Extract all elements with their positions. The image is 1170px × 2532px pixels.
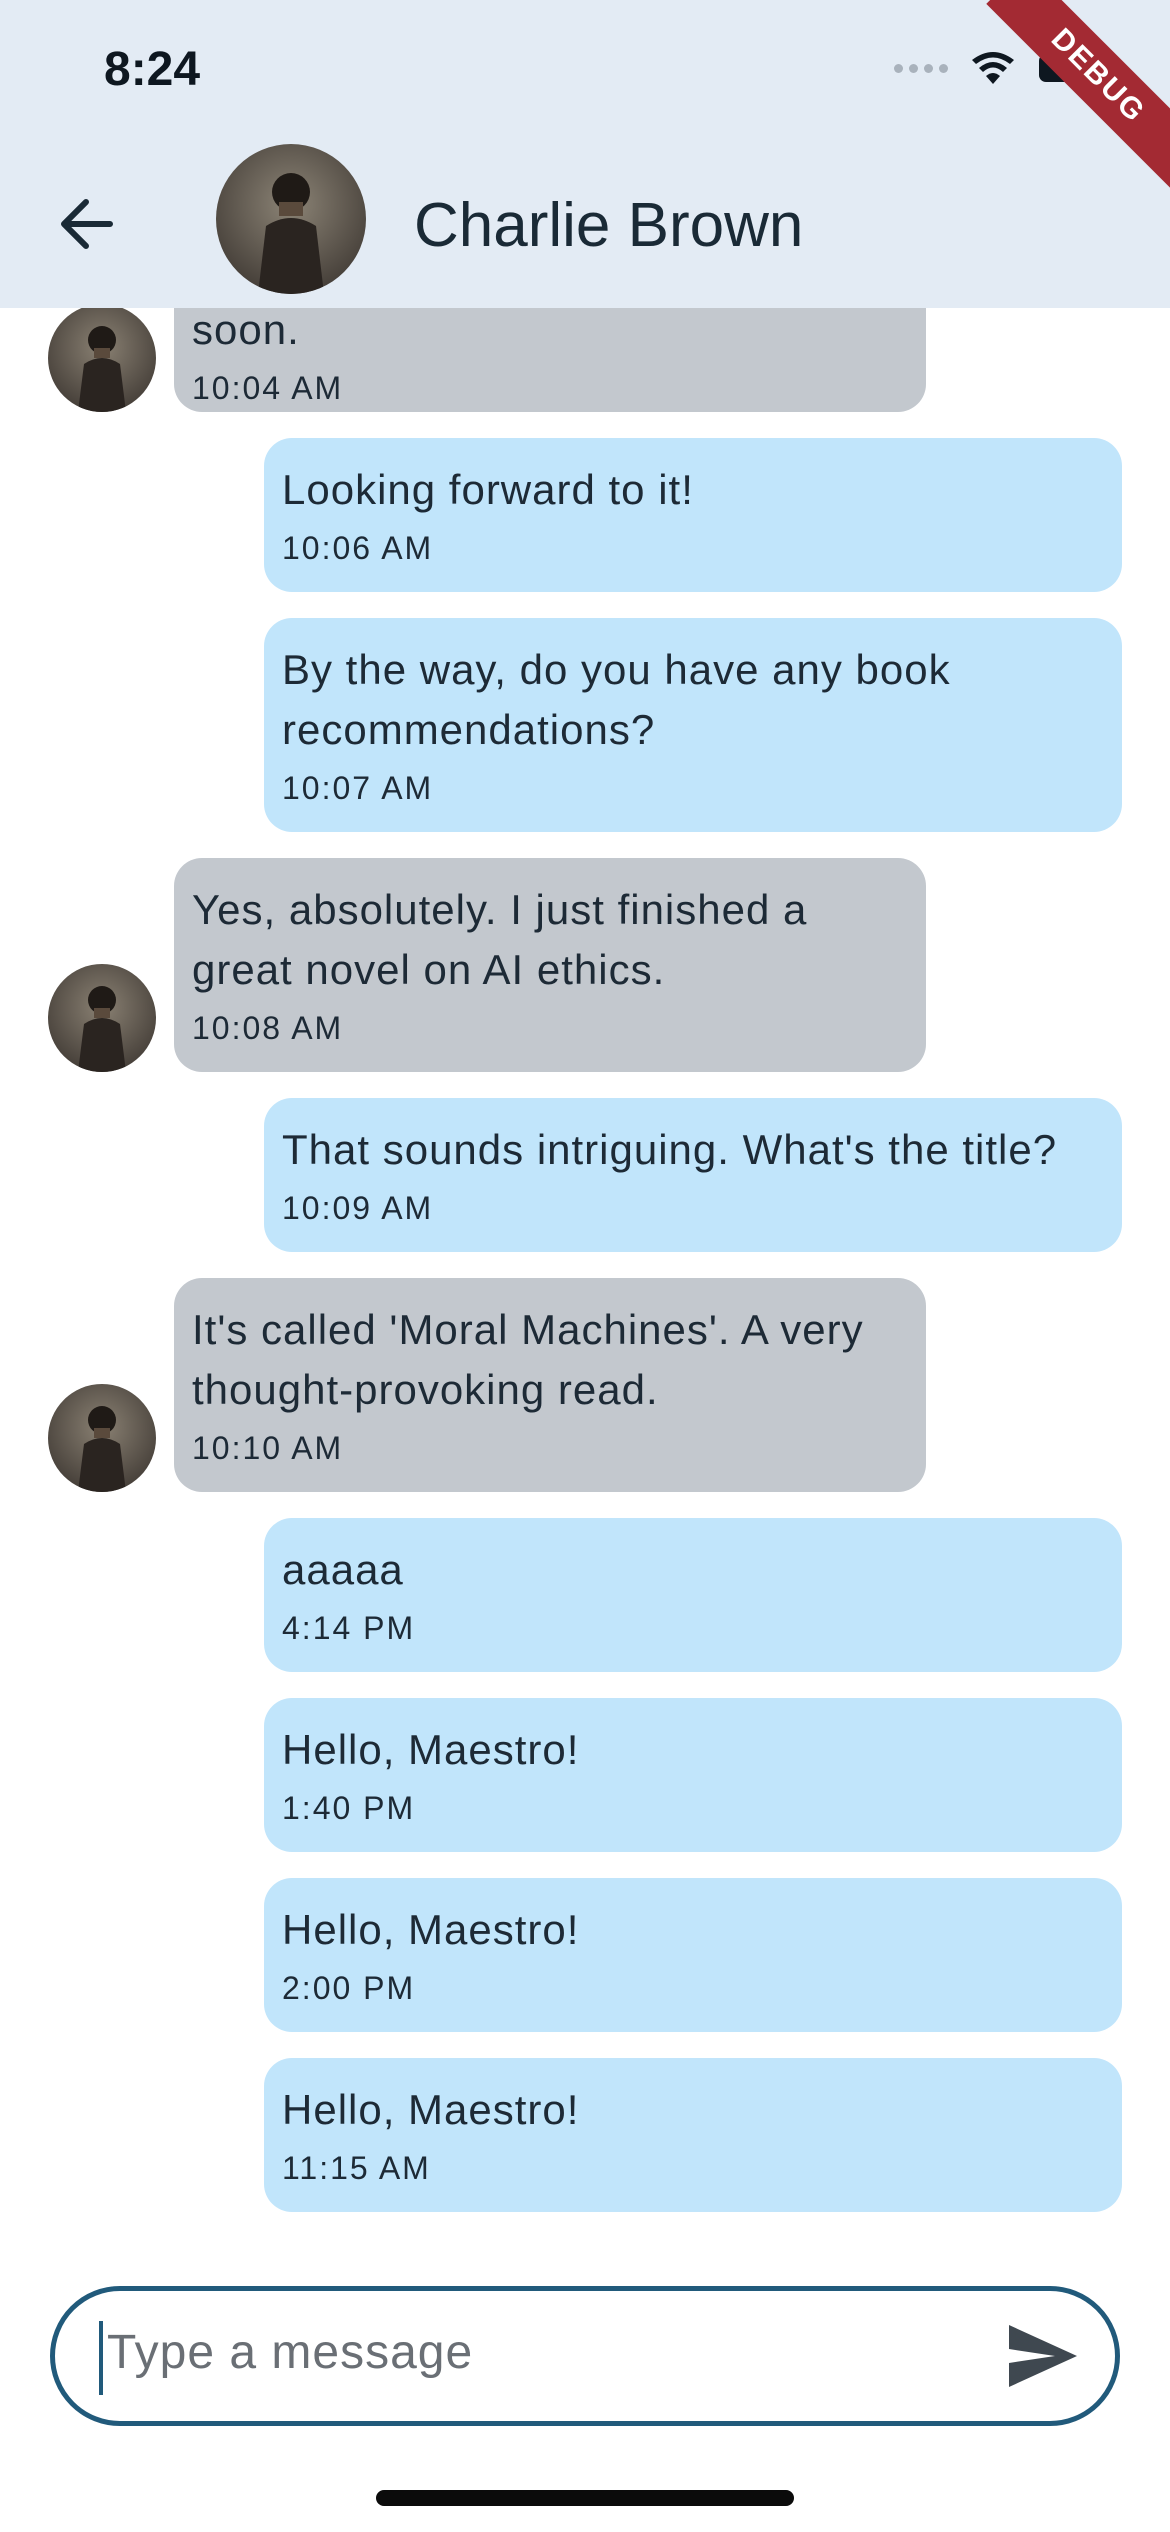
message-time: 10:06 AM bbox=[282, 530, 434, 566]
message-bubble-outgoing[interactable]: By the way, do you have any book recomme… bbox=[264, 618, 1122, 832]
message-bubble-outgoing[interactable]: Hello, Maestro! 1:40 PM bbox=[264, 1698, 1122, 1852]
message-bubble-outgoing[interactable]: Looking forward to it! 10:06 AM bbox=[264, 438, 1122, 592]
message-bubble-outgoing[interactable]: Hello, Maestro! 11:15 AM bbox=[264, 2058, 1122, 2212]
wifi-icon bbox=[972, 52, 1014, 84]
message-bubble-incoming[interactable]: It's called 'Moral Machines'. A very tho… bbox=[174, 1278, 926, 1492]
app-bar: 8:24 Charlie Brown bbox=[0, 0, 1170, 308]
message-text: Hello, Maestro! bbox=[282, 1906, 580, 1953]
photo-avatar-icon bbox=[48, 304, 156, 412]
status-time: 8:24 bbox=[104, 43, 201, 96]
contact-avatar bbox=[48, 304, 156, 412]
message-time: 4:14 PM bbox=[282, 1610, 416, 1646]
arrow-left-icon bbox=[61, 199, 113, 249]
message-text: Looking forward to it! bbox=[282, 466, 694, 513]
photo-avatar-icon bbox=[48, 1384, 156, 1492]
photo-avatar-icon bbox=[48, 964, 156, 1072]
message-time: 10:04 AM bbox=[192, 370, 344, 406]
cellular-signal-icon bbox=[894, 63, 948, 73]
message-input[interactable]: Type a message bbox=[50, 2286, 1120, 2426]
message-text: That sounds intriguing. What's the title… bbox=[282, 1126, 1058, 1173]
message-text: Yes, absolutely. I just finished a great… bbox=[192, 886, 808, 993]
contact-name: Charlie Brown bbox=[414, 191, 804, 260]
message-bubble-outgoing[interactable]: aaaaa 4:14 PM bbox=[264, 1518, 1122, 1672]
chat-screen: soon. 10:04 AM Looking forward to it! 10… bbox=[0, 0, 1170, 2532]
message-time: 2:00 PM bbox=[282, 1970, 416, 2006]
message-text: It's called 'Moral Machines'. A very tho… bbox=[192, 1306, 864, 1413]
message-bubble-outgoing[interactable]: Hello, Maestro! 2:00 PM bbox=[264, 1878, 1122, 2032]
photo-avatar-icon bbox=[216, 144, 366, 294]
message-text: By the way, do you have any book recomme… bbox=[282, 646, 951, 753]
send-button[interactable] bbox=[1005, 2321, 1081, 2391]
send-icon bbox=[1009, 2325, 1077, 2387]
message-time: 10:07 AM bbox=[282, 770, 434, 806]
message-list[interactable]: soon. 10:04 AM Looking forward to it! 10… bbox=[0, 0, 1170, 2240]
contact-avatar bbox=[48, 1384, 156, 1492]
message-text: aaaaa bbox=[282, 1546, 404, 1593]
message-time: 11:15 AM bbox=[282, 2150, 431, 2186]
message-text: soon. bbox=[192, 306, 300, 353]
header-avatar[interactable] bbox=[216, 144, 366, 294]
message-time: 10:10 AM bbox=[192, 1430, 344, 1466]
message-time: 10:08 AM bbox=[192, 1010, 344, 1046]
back-button[interactable] bbox=[52, 190, 120, 258]
message-bubble-incoming[interactable]: Yes, absolutely. I just finished a great… bbox=[174, 858, 926, 1072]
message-time: 10:09 AM bbox=[282, 1190, 434, 1226]
message-bubble-outgoing[interactable]: That sounds intriguing. What's the title… bbox=[264, 1098, 1122, 1252]
message-text: Hello, Maestro! bbox=[282, 1726, 580, 1773]
home-indicator[interactable] bbox=[376, 2490, 794, 2506]
message-text: Hello, Maestro! bbox=[282, 2086, 580, 2133]
text-caret bbox=[99, 2321, 103, 2395]
message-time: 1:40 PM bbox=[282, 1790, 416, 1826]
message-input-placeholder: Type a message bbox=[107, 2326, 474, 2379]
contact-avatar bbox=[48, 964, 156, 1072]
